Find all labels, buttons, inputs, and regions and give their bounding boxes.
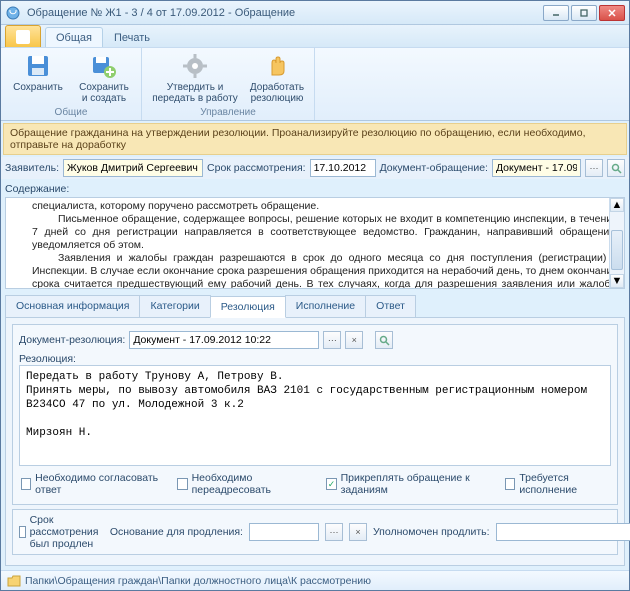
content-text[interactable]: специалиста, которому поручено рассмотре… bbox=[6, 198, 624, 288]
content-label: Содержание: bbox=[5, 183, 625, 195]
reason-input[interactable] bbox=[249, 523, 319, 541]
reason-pick-button[interactable]: ⋯ bbox=[325, 523, 343, 541]
chk-approve-answer[interactable]: Необходимо согласовать ответ bbox=[21, 472, 159, 496]
ribbon-group-general: Сохранить Сохранить и создать Общие bbox=[1, 48, 142, 120]
header-fields: Заявитель: Срок рассмотрения: Документ-о… bbox=[1, 157, 629, 179]
deadline-input[interactable] bbox=[310, 159, 376, 177]
res-doc-label: Документ-резолюция: bbox=[19, 334, 125, 346]
checks-row: Необходимо согласовать ответ Необходимо … bbox=[19, 466, 611, 498]
tab-resolution[interactable]: Резолюция bbox=[210, 296, 286, 318]
chk-needs-exec[interactable]: Требуется исполнение bbox=[505, 472, 609, 496]
window-title: Обращение № Ж1 - 3 / 4 от 17.09.2012 - О… bbox=[27, 7, 543, 19]
content-area: специалиста, которому поручено рассмотре… bbox=[5, 197, 625, 289]
info-strip: Обращение гражданина на утверждении резо… bbox=[3, 123, 627, 155]
tab-main-info[interactable]: Основная информация bbox=[5, 295, 140, 317]
tab-execution[interactable]: Исполнение bbox=[285, 295, 366, 317]
close-button[interactable] bbox=[599, 5, 625, 21]
chk-extended[interactable]: Срок рассмотрения был продлен bbox=[19, 514, 104, 550]
ribbon: Сохранить Сохранить и создать Общие Утве… bbox=[1, 47, 629, 121]
approve-button[interactable]: Утвердить и передать в работу bbox=[150, 50, 240, 104]
tab-general[interactable]: Общая bbox=[45, 27, 103, 47]
chk-attach[interactable]: ✓Прикреплять обращение к заданиям bbox=[326, 472, 487, 496]
floppy-icon bbox=[24, 52, 52, 80]
doc-input[interactable] bbox=[492, 159, 581, 177]
app-window: Обращение № Ж1 - 3 / 4 от 17.09.2012 - О… bbox=[0, 0, 630, 591]
deadline-label: Срок рассмотрения: bbox=[207, 162, 306, 174]
resolution-panel: Документ-резолюция: ⋯ × Резолюция: Необх… bbox=[5, 318, 625, 566]
doc-search-button[interactable] bbox=[607, 159, 625, 177]
scroll-thumb[interactable] bbox=[611, 230, 623, 270]
floppy-plus-icon bbox=[90, 52, 118, 80]
minimize-button[interactable] bbox=[543, 5, 569, 21]
auth-input[interactable] bbox=[496, 523, 630, 541]
maximize-button[interactable] bbox=[571, 5, 597, 21]
status-path: Папки\Обращения граждан\Папки должностно… bbox=[25, 575, 371, 587]
rework-button[interactable]: Доработать резолюцию bbox=[248, 50, 306, 104]
inner-tabs: Основная информация Категории Резолюция … bbox=[5, 295, 625, 318]
res-doc-pick-button[interactable]: ⋯ bbox=[323, 331, 341, 349]
scroll-up-icon[interactable]: ▲ bbox=[610, 198, 624, 212]
reason-clear-button[interactable]: × bbox=[349, 523, 367, 541]
doc-label: Документ-обращение: bbox=[380, 162, 488, 174]
applicant-label: Заявитель: bbox=[5, 162, 59, 174]
app-icon bbox=[5, 5, 21, 21]
folder-icon bbox=[7, 575, 21, 587]
doc-pick-button[interactable]: ⋯ bbox=[585, 159, 603, 177]
status-bar: Папки\Обращения граждан\Папки должностно… bbox=[1, 570, 629, 590]
chk-redirect[interactable]: Необходимо переадресовать bbox=[177, 472, 308, 496]
file-orb[interactable] bbox=[5, 25, 41, 47]
tab-answer[interactable]: Ответ bbox=[365, 295, 416, 317]
auth-label: Уполномочен продлить: bbox=[373, 526, 490, 538]
titlebar: Обращение № Ж1 - 3 / 4 от 17.09.2012 - О… bbox=[1, 1, 629, 25]
tab-categories[interactable]: Категории bbox=[139, 295, 210, 317]
scroll-down-icon[interactable]: ▼ bbox=[610, 274, 624, 288]
save-button[interactable]: Сохранить bbox=[9, 50, 67, 93]
reason-label: Основание для продления: bbox=[110, 526, 243, 538]
hand-icon bbox=[263, 52, 291, 80]
save-create-button[interactable]: Сохранить и создать bbox=[75, 50, 133, 104]
gear-icon bbox=[181, 52, 209, 80]
resolution-textarea[interactable] bbox=[19, 365, 611, 466]
document-icon bbox=[16, 30, 30, 44]
ribbon-group-manage: Утвердить и передать в работу Доработать… bbox=[142, 48, 315, 120]
resolution-label: Резолюция: bbox=[19, 353, 611, 365]
res-doc-clear-button[interactable]: × bbox=[345, 331, 363, 349]
res-doc-input[interactable] bbox=[129, 331, 319, 349]
extension-row: Срок рассмотрения был продлен Основание … bbox=[12, 509, 618, 555]
res-doc-search-button[interactable] bbox=[375, 331, 393, 349]
content-scrollbar[interactable]: ▲ ▼ bbox=[609, 198, 624, 288]
applicant-input[interactable] bbox=[63, 159, 203, 177]
ribbon-tabs: Общая Печать bbox=[1, 25, 629, 47]
tab-print[interactable]: Печать bbox=[103, 27, 161, 47]
